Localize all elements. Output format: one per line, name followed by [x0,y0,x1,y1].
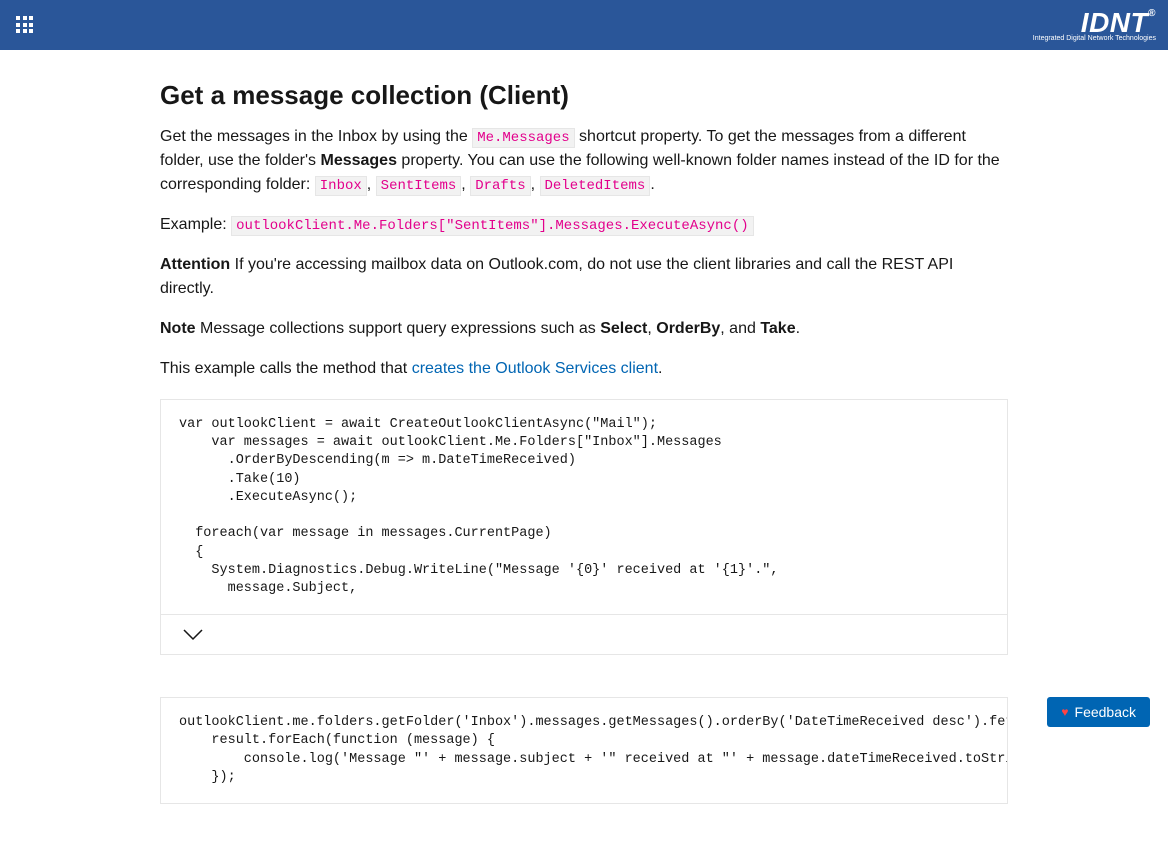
heart-icon: ♥ [1061,705,1068,719]
code-block-2: outlookClient.me.folders.getFolder('Inbo… [160,697,1008,804]
page-title: Get a message collection (Client) [160,80,1008,111]
inline-code: outlookClient.Me.Folders["SentItems"].Me… [231,216,753,236]
feedback-label: Feedback [1075,704,1136,720]
brand-tagline: Integrated Digital Network Technologies [1033,35,1156,42]
code-block-1: var outlookClient = await CreateOutlookC… [160,399,1008,655]
outlook-client-link[interactable]: creates the Outlook Services client [412,360,658,377]
brand-text: IDNT [1081,7,1148,38]
inline-code: DeletedItems [540,176,651,196]
link-paragraph: This example calls the method that creat… [160,357,1008,381]
inline-code: Inbox [315,176,367,196]
feedback-button[interactable]: ♥ Feedback [1047,697,1150,727]
intro-paragraph: Get the messages in the Inbox by using t… [160,125,1008,197]
inline-code: Drafts [470,176,530,196]
article-container: Get a message collection (Client) Get th… [160,50,1008,864]
inline-code: SentItems [376,176,462,196]
attention-paragraph: Attention If you're accessing mailbox da… [160,253,1008,301]
example-paragraph: Example: outlookClient.Me.Folders["SentI… [160,213,1008,237]
expand-code-button[interactable] [161,614,1007,654]
top-nav-bar: IDNT® Integrated Digital Network Technol… [0,0,1168,50]
inline-code: Me.Messages [472,128,574,148]
note-paragraph: Note Message collections support query e… [160,317,1008,341]
waffle-menu-icon[interactable] [12,12,38,38]
code-content: outlookClient.me.folders.getFolder('Inbo… [161,698,1007,803]
chevron-down-icon [183,629,203,641]
code-content: var outlookClient = await CreateOutlookC… [161,400,1007,614]
brand-logo: IDNT® Integrated Digital Network Technol… [1033,9,1156,42]
